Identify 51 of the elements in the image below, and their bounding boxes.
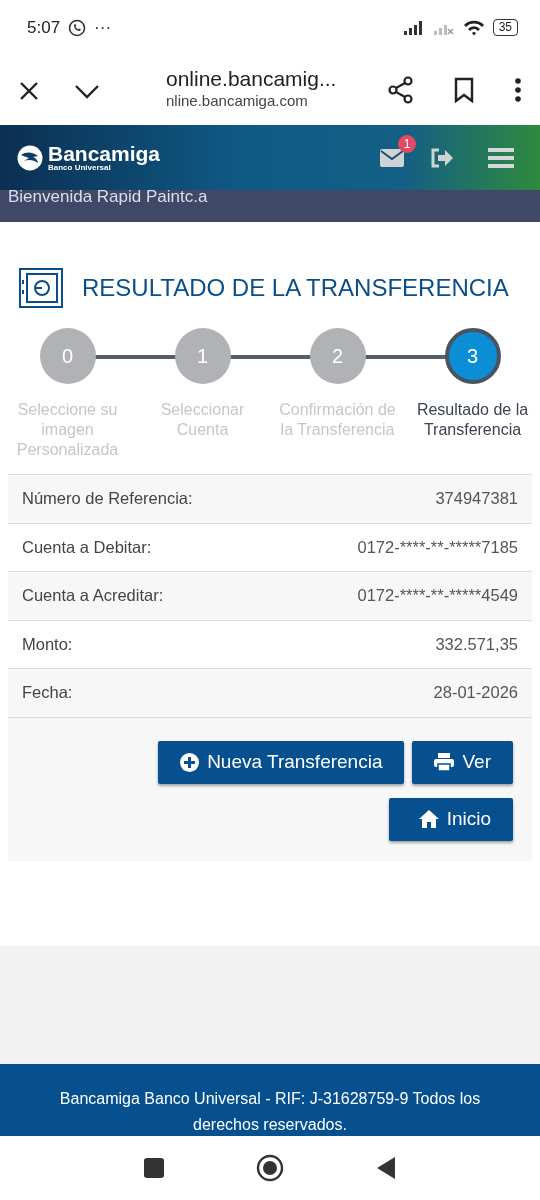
close-icon[interactable] [18,79,40,102]
step-circle: 3 [444,328,501,384]
home-icon[interactable] [256,1154,284,1182]
brand-tagline: Banco Universal [48,164,111,172]
step-label: Seleccione su imagen Personalizada [15,400,120,460]
more-notifications: ··· [94,16,112,39]
unread-badge: 1 [398,134,416,153]
more-menu-icon[interactable] [514,77,522,103]
detail-label: Número de Referencia: [22,488,193,510]
bookmark-icon[interactable] [454,77,474,103]
signal-icon [402,19,425,36]
back-icon[interactable] [376,1156,396,1180]
house-icon [418,810,439,828]
detail-label: Monto: [22,633,73,655]
logo-icon [16,143,44,172]
chat-app-icon [68,18,87,37]
detail-value: 28-01-2026 [433,682,518,704]
wifi-icon [462,18,485,37]
page-title: online.bancamig... [166,67,338,91]
step-label: Seleccionar Cuenta [159,400,246,440]
welcome-text: Bienvenida Rapid Paintc.a [8,190,208,206]
detail-value: 0172-****-**-*****7185 [357,536,518,558]
view-button[interactable]: Ver [412,740,513,784]
logout-icon[interactable] [430,147,454,168]
safe-icon [19,268,63,308]
step-circle: 0 [39,328,96,384]
menu-icon[interactable] [488,147,514,170]
new-transfer-button[interactable]: Nueva Transferencia [158,740,405,784]
recents-icon[interactable] [144,1158,164,1178]
url-text[interactable]: nline.bancamiga.com [166,90,388,113]
share-icon[interactable] [388,76,414,104]
detail-label: Fecha: [22,682,73,704]
brand-name: Bancamiga [48,143,161,164]
battery: 35 [492,19,518,36]
chevron-down-icon[interactable] [74,82,100,99]
detail-value: 0172-****-**-*****4549 [357,585,518,607]
step-circle: 1 [174,328,231,384]
plus-icon [180,752,200,772]
detail-label: Cuenta a Acreditar: [22,585,164,607]
printer-icon [434,753,455,771]
home-button[interactable]: Inicio [388,797,513,841]
section-title: RESULTADO DE LA TRANSFERENCIA [82,273,509,303]
detail-label: Cuenta a Debitar: [22,536,152,558]
mail-icon[interactable] [380,149,404,168]
clock: 5:07 [27,16,61,39]
detail-value: 332.571,35 [435,633,518,655]
detail-value: 374947381 [435,488,518,510]
footer-text: Bancamiga Banco Universal - RIF: J-31628759-9 Todos los derechos reservados. [59,1089,481,1133]
step-label: Resultado de la Transferencia [415,400,530,440]
step-circle: 2 [309,328,366,384]
step-label: Confirmación de la Transferencia [278,400,397,440]
